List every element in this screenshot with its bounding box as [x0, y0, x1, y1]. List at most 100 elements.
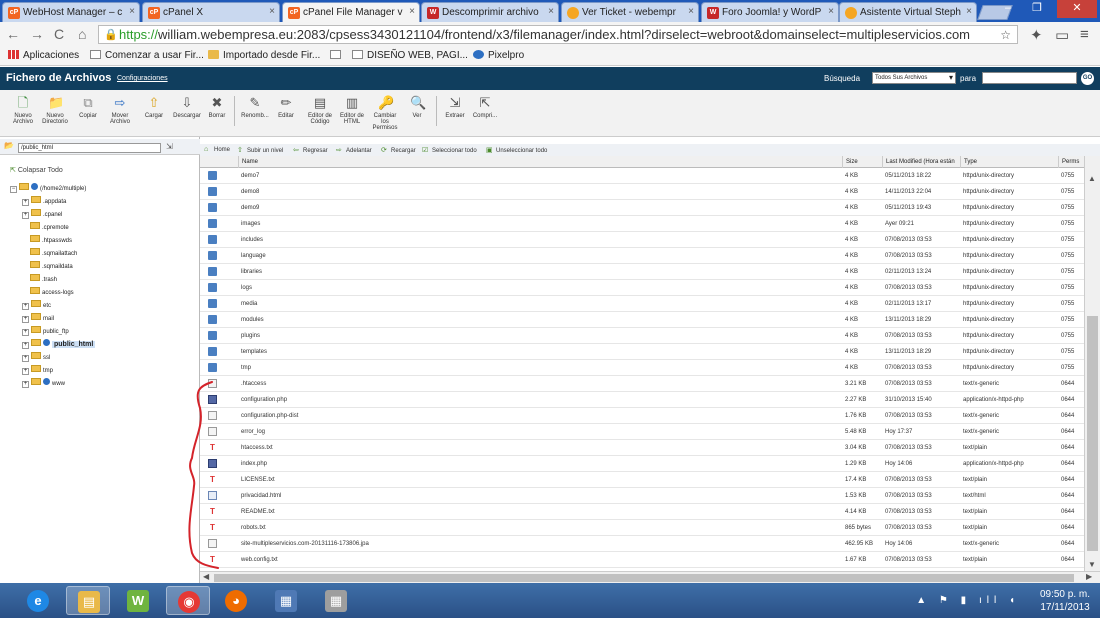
scroll-left-icon[interactable]: ◀: [203, 572, 209, 581]
column-perms[interactable]: Perms: [1058, 156, 1084, 168]
path-go-icon[interactable]: ⇲: [166, 142, 173, 151]
table-row[interactable]: Thtaccess.txt 3.04 KB 07/08/2013 03:53 text…: [200, 440, 1084, 456]
table-row[interactable]: .htaccess 3.21 KB 07/08/2013 03:53 text/x-g…: [200, 376, 1084, 392]
close-tab-icon[interactable]: ×: [129, 6, 135, 17]
bookmark-item[interactable]: [330, 50, 345, 61]
close-tab-icon[interactable]: ×: [828, 6, 834, 17]
collapse-all-link[interactable]: ⇱ Colapsar Todo: [10, 166, 63, 174]
reload-icon[interactable]: C: [54, 26, 64, 42]
tree-node-ssl[interactable]: + ssl: [22, 352, 50, 363]
close-tab-icon[interactable]: ×: [688, 6, 694, 17]
close-tab-icon[interactable]: ×: [269, 6, 275, 17]
column-type[interactable]: Type: [960, 156, 1058, 168]
expand-node-icon[interactable]: +: [22, 199, 29, 206]
tree-node-appdata[interactable]: + .appdata: [22, 196, 66, 207]
home-icon[interactable]: ⌂: [78, 26, 86, 42]
scroll-down-icon[interactable]: ▼: [1088, 560, 1096, 569]
path-input[interactable]: /public_html: [18, 143, 161, 153]
column-name[interactable]: Name: [238, 156, 842, 168]
bookmark-apps[interactable]: Aplicaciones: [8, 50, 79, 61]
bookmark-item[interactable]: Comenzar a usar Fir...: [90, 50, 204, 61]
tree-node-sqmaildata[interactable]: .sqmaildata: [30, 261, 73, 272]
tree-node-etc[interactable]: + etc: [22, 300, 51, 311]
search-go-button[interactable]: GO: [1081, 72, 1094, 85]
extension-icon[interactable]: ✦: [1030, 26, 1043, 44]
column-modified[interactable]: Last Modified (Hora están: [882, 156, 960, 168]
toolbar-button-move[interactable]: ⇨ Mover Archivo: [105, 96, 135, 126]
tree-node-sqmailattach[interactable]: .sqmailattach: [30, 248, 77, 259]
expand-node-icon[interactable]: +: [22, 316, 29, 323]
tree-node-trash[interactable]: .trash: [30, 274, 57, 285]
table-row[interactable]: demo8 4 KB 14/11/2013 22:04 httpd/unix-dire…: [200, 184, 1084, 200]
tree-node-tmp[interactable]: + tmp: [22, 365, 53, 376]
table-row[interactable]: index.php 1.29 KB Hoy 14:06 application/x-h…: [200, 456, 1084, 472]
tree-node-public-html[interactable]: + public_html: [22, 339, 96, 350]
horizontal-scrollbar[interactable]: ◀ ▶: [200, 571, 1100, 583]
expand-node-icon[interactable]: +: [22, 212, 29, 219]
table-row[interactable]: T LICENSE.txt 17.4 KB 07/08/2013 03:53 text/…: [200, 472, 1084, 488]
search-scope-select[interactable]: Todos Sus Archivos: [872, 72, 956, 84]
search-input[interactable]: [982, 72, 1077, 84]
toolbar-button-rename[interactable]: ✎ Renomb...: [240, 96, 270, 120]
toolbar-button-new-folder[interactable]: 📁 Nuevo Directorio: [40, 96, 70, 126]
taskbar-app[interactable]: ▦: [314, 586, 358, 615]
taskbar-app[interactable]: ▤: [66, 586, 110, 615]
scroll-right-icon[interactable]: ▶: [1086, 572, 1092, 581]
close-window-button[interactable]: ✕: [1057, 0, 1097, 18]
toolbar-button-permissions[interactable]: 🔑 Cambiar los Permisos: [370, 96, 400, 132]
browser-tab[interactable]: Ver Ticket - webempr ×: [561, 2, 699, 22]
tree-node-access-logs[interactable]: access-logs: [30, 287, 74, 298]
toolbar-button-edit[interactable]: ✏ Editar: [271, 96, 301, 120]
table-row[interactable]: templates 4 KB 13/11/2013 18:29 httpd/unix-…: [200, 344, 1084, 360]
table-row[interactable]: Trobots.txt 865 bytes 07/08/2013 03:53 text…: [200, 520, 1084, 536]
nav-unselect-all-button[interactable]: ▣ Unseleccionar todo: [486, 146, 547, 154]
nav-reload-button[interactable]: ⟳ Recargar: [381, 146, 416, 154]
browser-tab[interactable]: cP cPanel X ×: [142, 2, 280, 22]
collapse-node-icon[interactable]: −: [10, 186, 17, 193]
table-row[interactable]: language 4 KB 07/08/2013 03:53 httpd/unix-d…: [200, 248, 1084, 264]
tree-node-cpanel[interactable]: + .cpanel: [22, 209, 62, 220]
table-row[interactable]: tmp 4 KB 07/08/2013 03:53 httpd/unix-direct…: [200, 360, 1084, 376]
nav-back-button[interactable]: ⇦ Regresar: [293, 146, 328, 154]
table-row[interactable]: configuration.php-dist 1.76 KB 07/08/2013 …: [200, 408, 1084, 424]
nav-up-level-button[interactable]: ⇧ Subir un nivel: [237, 146, 283, 154]
table-row[interactable]: error_log 5.48 KB Hoy 17:37 text/x-generic 0…: [200, 424, 1084, 440]
toolbar-button-code-editor[interactable]: ▤ Editor de Código: [305, 96, 335, 126]
browser-tab[interactable]: cP cPanel File Manager v ×: [282, 2, 420, 22]
close-tab-icon[interactable]: ×: [966, 6, 972, 17]
expand-node-icon[interactable]: +: [22, 355, 29, 362]
close-tab-icon[interactable]: ×: [409, 6, 415, 17]
table-row[interactable]: Tweb.config.txt 1.67 KB 07/08/2013 03:53 te…: [200, 552, 1084, 568]
table-row[interactable]: modules 4 KB 13/11/2013 18:29 httpd/unix-di…: [200, 312, 1084, 328]
table-row[interactable]: logs 4 KB 07/08/2013 03:53 httpd/unix-direc…: [200, 280, 1084, 296]
toolbar-button-view[interactable]: 🔍 Ver: [402, 96, 432, 120]
toolbar-button-upload[interactable]: ⇧ Cargar: [139, 96, 169, 120]
column-size[interactable]: Size: [842, 156, 882, 168]
taskbar-app[interactable]: W: [116, 586, 160, 615]
taskbar-app[interactable]: e: [16, 586, 60, 615]
expand-node-icon[interactable]: +: [22, 342, 29, 349]
tree-node-mail[interactable]: + mail: [22, 313, 54, 324]
star-icon[interactable]: ☆: [1000, 27, 1011, 43]
taskbar-app[interactable]: ◕: [214, 586, 258, 615]
nav-forward-button[interactable]: ⇨ Adelantar: [336, 146, 372, 154]
table-row[interactable]: images 4 KB Ayer 09:21 httpd/unix-directory…: [200, 216, 1084, 232]
back-icon[interactable]: ←: [6, 26, 20, 42]
taskbar-app[interactable]: ▦: [264, 586, 308, 615]
close-tab-icon[interactable]: ×: [548, 6, 554, 17]
tree-node-www[interactable]: + www: [22, 378, 65, 389]
table-row[interactable]: demo9 4 KB 05/11/2013 19:43 httpd/unix-dire…: [200, 200, 1084, 216]
toolbar-button-compress[interactable]: ⇱ Compri...: [470, 96, 500, 120]
minimize-button[interactable]: –: [995, 0, 1021, 18]
bookmark-item[interactable]: Pixelpro: [473, 50, 524, 61]
table-row[interactable]: T README.txt 4.14 KB 07/08/2013 03:53 text/p…: [200, 504, 1084, 520]
toolbar-button-download[interactable]: ⇩ Descargar: [172, 96, 202, 120]
browser-tab[interactable]: W Descomprimir archivo ×: [421, 2, 559, 22]
window-icon[interactable]: ▭: [1055, 26, 1069, 44]
forward-icon[interactable]: →: [30, 26, 44, 42]
table-row[interactable]: configuration.php 2.27 KB 31/10/2013 15:40…: [200, 392, 1084, 408]
settings-link[interactable]: Configuraciones: [117, 75, 168, 82]
menu-icon[interactable]: ≡: [1080, 26, 1089, 43]
url-input[interactable]: 🔒 https://william.webempresa.eu:2083/cpse…: [98, 25, 1018, 44]
expand-node-icon[interactable]: +: [22, 329, 29, 336]
